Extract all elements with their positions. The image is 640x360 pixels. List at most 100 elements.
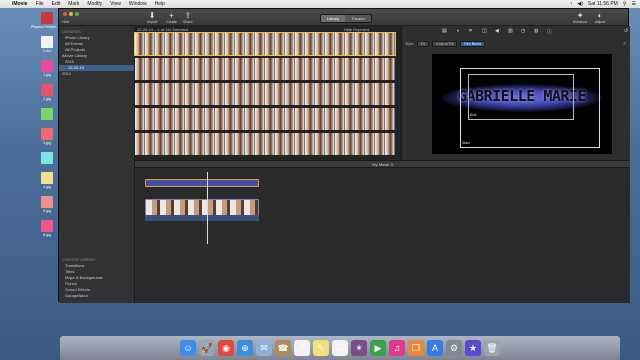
clip-frame <box>365 83 375 105</box>
clip-frame <box>285 108 295 130</box>
clip-filter-icon[interactable]: ◍ <box>534 28 538 34</box>
menu-mark[interactable]: Mark <box>68 1 79 7</box>
event-browser: 12-20-14 – 1 of 111 Selected Hide Reject… <box>134 26 401 160</box>
clip-frame <box>385 108 395 130</box>
desktop-file-icon[interactable]: 5.jpg <box>36 196 58 213</box>
menu-app-name[interactable]: iMovie <box>12 1 28 7</box>
desktop-file-icon[interactable]: 2.doc <box>36 36 58 53</box>
safari-icon[interactable]: ⊕ <box>237 340 253 356</box>
desktop-file-icon[interactable] <box>36 108 58 121</box>
clip-frame <box>385 58 395 80</box>
desktop-file-icon[interactable]: 1.jpg <box>36 60 58 77</box>
notification-icon[interactable]: ☰ <box>632 1 636 7</box>
menu-view[interactable]: View <box>110 1 121 7</box>
content-library-item[interactable]: GarageBand <box>59 293 135 299</box>
clip-frame <box>305 58 315 80</box>
clip-frame <box>275 133 285 155</box>
confirm-crop-icon[interactable]: ✓ <box>623 41 627 47</box>
clip-filmstrip[interactable] <box>135 108 395 130</box>
zoom-button[interactable] <box>75 12 79 16</box>
desktop-file-icon[interactable]: 2.jpg <box>36 84 58 101</box>
stabilization-icon[interactable]: ◫ <box>482 28 487 34</box>
menu-help[interactable]: Help <box>155 1 165 7</box>
desktop-file-icon[interactable]: 4.jpg <box>36 172 58 189</box>
preferences-icon[interactable]: ⚙ <box>446 340 462 356</box>
wifi-icon[interactable]: ◔ <box>569 1 572 7</box>
hide-libraries-button[interactable]: Hide <box>62 20 69 24</box>
clip-filmstrip[interactable] <box>135 83 395 105</box>
create-button[interactable]: + Create <box>166 11 177 24</box>
import-button[interactable]: ⬇ Import <box>147 11 157 24</box>
desktop-file-icon[interactable]: Physics Rehabi...rpt <box>31 12 63 29</box>
color-balance-icon[interactable]: ▤ <box>442 28 447 34</box>
event-selection-label: 12-20-14 – 1 of 111 Selected <box>137 27 188 32</box>
tab-library[interactable]: Library <box>321 15 346 22</box>
volume-icon[interactable]: ◀) <box>577 1 583 7</box>
share-button[interactable]: ⇪ Share <box>183 11 193 24</box>
close-button[interactable] <box>63 12 67 16</box>
desktop-file-icon[interactable]: 3.jpg <box>36 128 58 145</box>
ibooks-icon[interactable]: ❒ <box>408 340 424 356</box>
itunes-icon[interactable]: ♫ <box>389 340 405 356</box>
style-crop-button[interactable]: Crop to Fill <box>432 41 458 47</box>
minimize-button[interactable] <box>69 12 73 16</box>
appstore-icon[interactable]: A <box>427 340 443 356</box>
clip-frame <box>135 108 145 130</box>
playhead[interactable] <box>207 172 208 244</box>
clip-frame <box>375 58 385 80</box>
crop-icon[interactable]: ⌗ <box>469 28 472 34</box>
color-correction-icon[interactable]: ◑ <box>456 28 459 34</box>
desktop-file-icon[interactable] <box>36 152 58 165</box>
timeline[interactable] <box>135 168 630 303</box>
clip-frame <box>275 58 285 80</box>
trash-icon[interactable]: 🗑 <box>484 340 500 356</box>
sidebar-item[interactable]: 2014 <box>59 71 134 77</box>
video-clip[interactable] <box>145 199 259 216</box>
photos-icon[interactable]: ✶ <box>351 340 367 356</box>
clock[interactable]: Sat 11:56 PM <box>588 1 618 7</box>
info-icon[interactable]: ⓘ <box>547 28 552 35</box>
preview-screen[interactable]: GABRIELLE MARIE Start End <box>432 54 612 154</box>
ken-burns-end-frame[interactable] <box>468 74 574 120</box>
finder-icon[interactable]: ☺ <box>180 340 196 356</box>
chrome-icon[interactable]: ◉ <box>218 340 234 356</box>
clip-frame <box>325 108 335 130</box>
tab-theater[interactable]: Theater <box>345 15 372 22</box>
clip-frame <box>295 108 305 130</box>
clip-frame <box>335 33 345 55</box>
noise-reduction-icon[interactable]: ▥ <box>508 28 513 34</box>
timeline-header: My Movie 3 <box>135 160 630 168</box>
imovie-icon[interactable]: ★ <box>465 340 481 356</box>
wand-icon: ✦ <box>576 11 584 20</box>
volume-adjust-icon[interactable]: ◀ <box>495 28 499 34</box>
clip-frame <box>245 108 255 130</box>
adjust-button[interactable]: ◐ Adjust <box>595 11 605 24</box>
reminders-icon[interactable]: ☑ <box>332 340 348 356</box>
notes-icon[interactable]: ✎ <box>313 340 329 356</box>
launchpad-icon[interactable]: 🚀 <box>199 340 215 356</box>
clip-filmstrip[interactable] <box>135 133 395 155</box>
reset-all-icon[interactable]: ↺ <box>624 28 628 34</box>
enhance-button[interactable]: ✦ Enhance <box>573 11 587 24</box>
file-label: 3.jpg <box>43 141 51 145</box>
style-fit-button[interactable]: Fit <box>417 41 429 47</box>
clip-filmstrip[interactable] <box>134 32 396 56</box>
menu-modify[interactable]: Modify <box>87 1 102 7</box>
menu-edit[interactable]: Edit <box>52 1 61 7</box>
mail-icon[interactable]: ✉ <box>256 340 272 356</box>
style-ken-burns-button[interactable]: Ken Burns <box>460 41 486 47</box>
title-clip[interactable] <box>145 179 259 187</box>
desktop-file-icon[interactable]: 6.jpg <box>36 220 58 237</box>
spotlight-icon[interactable]: ⚲ <box>623 1 627 7</box>
libraries-sidebar: LIBRARIES iPhoto Library All Events All Pr… <box>59 26 135 303</box>
file-label: 2.jpg <box>43 97 51 101</box>
calendar-icon[interactable]: 7 <box>294 340 310 356</box>
clip-frame <box>185 108 195 130</box>
menu-file[interactable]: File <box>36 1 44 7</box>
contacts-icon[interactable]: ☎ <box>275 340 291 356</box>
speed-icon[interactable]: ◷ <box>521 28 525 34</box>
menu-window[interactable]: Window <box>129 1 147 7</box>
clip-filmstrip[interactable] <box>135 58 395 80</box>
clip-filter-dropdown[interactable]: Hide Rejected <box>344 27 369 32</box>
facetime-icon[interactable]: ▶ <box>370 340 386 356</box>
